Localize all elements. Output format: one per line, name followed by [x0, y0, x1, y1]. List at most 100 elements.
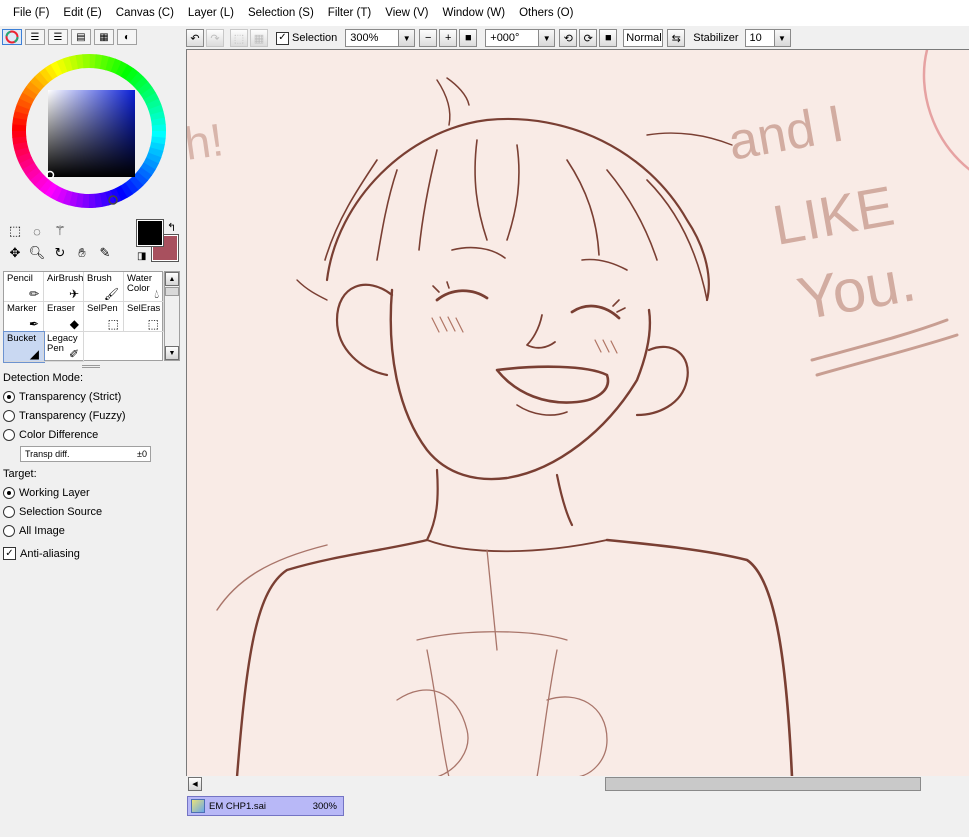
hue-ring-segment[interactable] [19, 91, 35, 105]
tool-seleras[interactable]: SelEras ⬚ [124, 302, 164, 332]
rotate-left-icon[interactable]: ⟲ [559, 29, 578, 47]
magic-wand-icon[interactable]: ⚚ [51, 222, 69, 240]
hue-ring-segment[interactable] [16, 97, 33, 110]
tool-eraser[interactable]: Eraser ◆ [44, 302, 84, 332]
hue-ring-segment[interactable] [99, 55, 110, 71]
hue-ring-segment[interactable] [62, 56, 74, 72]
checkmark-icon[interactable]: ✓ [3, 547, 16, 560]
tool-watercolor[interactable]: Water Color 💧︎ [124, 272, 164, 302]
selection-toggle[interactable]: ✓ Selection [276, 31, 337, 45]
zoom-out-icon[interactable]: − [419, 29, 438, 47]
hue-ring-segment[interactable] [29, 170, 45, 186]
target-option[interactable]: Selection Source [3, 502, 181, 521]
hue-ring-segment[interactable] [39, 67, 54, 83]
transp-diff-slider[interactable]: Transp diff. ±0 [20, 446, 151, 462]
hsv-slider-tab-icon[interactable]: ☰ [48, 29, 68, 45]
scroll-up-icon[interactable]: ▲ [165, 272, 179, 286]
hue-ring-segment[interactable] [44, 63, 59, 80]
hue-ring-segment[interactable] [12, 135, 27, 145]
menu-selection[interactable]: Selection (S) [241, 7, 321, 19]
menu-filter[interactable]: Filter (T) [321, 7, 378, 19]
hue-ring-segment[interactable] [114, 185, 128, 202]
tool-bucket[interactable]: Bucket ◢ [3, 331, 45, 363]
brush-list-scrollbar[interactable]: ▲ ▼ [164, 271, 180, 361]
panel-splitter[interactable] [82, 365, 100, 368]
color-wheel-tab-icon[interactable] [2, 29, 22, 45]
hue-ring-segment[interactable] [129, 72, 145, 87]
chevron-down-icon[interactable]: ▼ [538, 30, 555, 46]
hue-ring-segment[interactable] [55, 187, 68, 204]
hue-ring-segment[interactable] [125, 67, 140, 84]
hue-ring-segment[interactable] [44, 182, 58, 198]
move-icon[interactable]: ✥ [6, 244, 24, 262]
zoom-in-icon[interactable]: + [439, 29, 458, 47]
hue-ring-segment[interactable] [93, 193, 103, 208]
hue-ring-segment[interactable] [14, 146, 30, 158]
redo-icon[interactable]: ↷ [206, 29, 224, 47]
scroll-left-icon[interactable]: ◀ [188, 777, 202, 791]
tool-selpen[interactable]: SelPen ⬚ [84, 302, 124, 332]
rgb-slider-tab-icon[interactable]: ☰ [25, 29, 45, 45]
hand-icon[interactable]: ✋︎ [73, 244, 91, 262]
hue-ring-segment[interactable] [74, 192, 84, 208]
hue-ring-segment[interactable] [115, 61, 129, 77]
radio-button[interactable] [3, 486, 15, 499]
tool-airbrush[interactable]: AirBrush ✈︎ [44, 272, 84, 302]
lasso-icon[interactable]: ◌ [28, 222, 46, 240]
scratchpad-tab-icon[interactable]: ▦ [94, 29, 114, 45]
zoom-icon[interactable]: 🔍︎ [28, 244, 46, 262]
detection-option[interactable]: Transparency (Strict) [3, 387, 181, 406]
scroll-thumb[interactable] [605, 777, 921, 791]
hue-ring-segment[interactable] [137, 81, 153, 96]
radio-button[interactable] [3, 505, 15, 518]
color-wheel[interactable] [10, 52, 168, 210]
hue-ring-segment[interactable] [13, 141, 29, 151]
hue-ring-segment[interactable] [68, 191, 79, 207]
hue-ring-segment[interactable] [119, 182, 134, 199]
hue-ring-segment[interactable] [147, 147, 164, 159]
invert-selection-icon[interactable]: ▦ [250, 29, 268, 47]
antialias-toggle[interactable]: ✓ Anti-aliasing [3, 544, 181, 563]
checkmark-icon[interactable]: ✓ [276, 31, 289, 45]
hue-ring-segment[interactable] [146, 98, 162, 111]
rotate-right-icon[interactable]: ⟳ [579, 29, 598, 47]
deselect-icon[interactable]: ⬚ [230, 29, 248, 47]
zoom-select[interactable]: 300% ▼ [345, 29, 416, 47]
hue-ring-segment[interactable] [94, 54, 104, 70]
hue-ring-segment[interactable] [143, 157, 159, 171]
hue-ring-segment[interactable] [49, 185, 63, 201]
hue-ring-segment[interactable] [33, 175, 49, 190]
menu-layer[interactable]: Layer (L) [181, 7, 241, 19]
hue-ring-segment[interactable] [133, 76, 149, 92]
rotate-icon[interactable]: ↻ [51, 244, 69, 262]
hue-ring-segment[interactable] [50, 60, 64, 77]
rotation-select[interactable]: +000° ▼ [485, 29, 556, 47]
swap-colors-icon[interactable]: ↰ [167, 221, 176, 234]
hue-ring-segment[interactable] [13, 110, 29, 121]
hue-ring-segment[interactable] [38, 178, 53, 195]
scroll-down-icon[interactable]: ▼ [165, 346, 179, 360]
hue-ring-segment[interactable] [34, 71, 50, 87]
hue-ring-segment[interactable] [21, 161, 38, 176]
zoom-reset-icon[interactable]: ■ [459, 29, 478, 47]
detection-option[interactable]: Transparency (Fuzzy) [3, 406, 181, 425]
canvas-horizontal-scrollbar[interactable]: ◀ [186, 776, 969, 792]
undo-icon[interactable]: ↶ [186, 29, 204, 47]
hue-ring-segment[interactable] [143, 92, 160, 106]
menu-others[interactable]: Others (O) [512, 7, 580, 19]
radio-button[interactable] [3, 409, 15, 422]
hue-ring-segment[interactable] [12, 116, 28, 126]
chevron-down-icon[interactable]: ▼ [398, 30, 415, 46]
hue-ring-segment[interactable] [61, 189, 73, 206]
hue-ring-segment[interactable] [133, 171, 148, 187]
hue-ring-segment[interactable] [149, 141, 165, 152]
flip-horizontal-icon[interactable]: ⇆ [667, 29, 686, 47]
foreground-color-swatch[interactable] [136, 219, 164, 247]
hue-ring-segment[interactable] [140, 162, 156, 176]
hue-ring-segment[interactable] [69, 55, 79, 71]
menu-canvas[interactable]: Canvas (C) [109, 7, 181, 19]
hue-ring-segment[interactable] [150, 136, 166, 146]
hue-ring-segment[interactable] [14, 103, 31, 115]
tool-legacy-pen[interactable]: Legacy Pen ✐ [44, 332, 84, 362]
detection-option[interactable]: Color Difference [3, 425, 181, 444]
